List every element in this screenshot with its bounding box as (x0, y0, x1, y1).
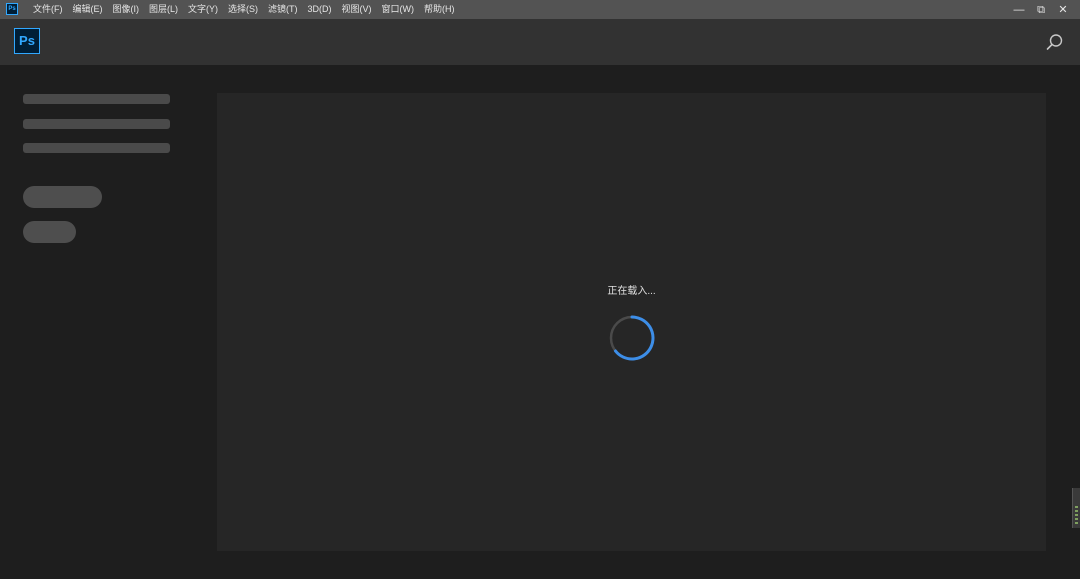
restore-button[interactable]: ⧉ (1030, 2, 1052, 18)
handle-grip (1075, 506, 1078, 508)
handle-grip (1075, 522, 1078, 524)
menu-file[interactable]: 文件(F) (28, 0, 68, 19)
photoshop-logo[interactable]: Ps (14, 28, 40, 54)
loading-text: 正在载入... (607, 286, 656, 297)
close-button[interactable]: ✕ (1052, 2, 1074, 18)
menu-layer[interactable]: 图层(L) (144, 0, 183, 19)
skeleton-line (23, 119, 170, 129)
menu-select[interactable]: 选择(S) (223, 0, 263, 19)
skeleton-button (23, 221, 76, 243)
loading-spinner-icon (609, 315, 655, 361)
menu-type[interactable]: 文字(Y) (183, 0, 223, 19)
menu-3d[interactable]: 3D(D) (303, 0, 337, 19)
panel-edge-handle[interactable] (1072, 488, 1080, 528)
menu-image[interactable]: 图像(I) (108, 0, 145, 19)
skeleton-button (23, 186, 102, 208)
minimize-button[interactable]: — (1008, 2, 1030, 18)
handle-grip (1075, 510, 1078, 512)
skeleton-line (23, 94, 170, 104)
menu-view[interactable]: 视图(V) (337, 0, 377, 19)
menu-window[interactable]: 窗口(W) (377, 0, 420, 19)
menu-items: 文件(F) 编辑(E) 图像(I) 图层(L) 文字(Y) 选择(S) 滤镜(T… (28, 0, 460, 19)
window-controls: — ⧉ ✕ (1008, 0, 1074, 19)
menu-edit[interactable]: 编辑(E) (68, 0, 108, 19)
main-content-panel: 正在载入... (217, 93, 1046, 551)
home-header: Ps (0, 19, 1080, 65)
menu-bar: Ps 文件(F) 编辑(E) 图像(I) 图层(L) 文字(Y) 选择(S) 滤… (0, 0, 1080, 19)
handle-grip (1075, 514, 1078, 516)
photoshop-app-icon[interactable]: Ps (6, 3, 18, 15)
skeleton-line (23, 143, 170, 153)
menu-filter[interactable]: 滤镜(T) (263, 0, 303, 19)
menu-help[interactable]: 帮助(H) (419, 0, 460, 19)
sidebar-skeleton (0, 65, 200, 579)
handle-grip (1075, 518, 1078, 520)
search-icon[interactable] (1046, 33, 1064, 51)
